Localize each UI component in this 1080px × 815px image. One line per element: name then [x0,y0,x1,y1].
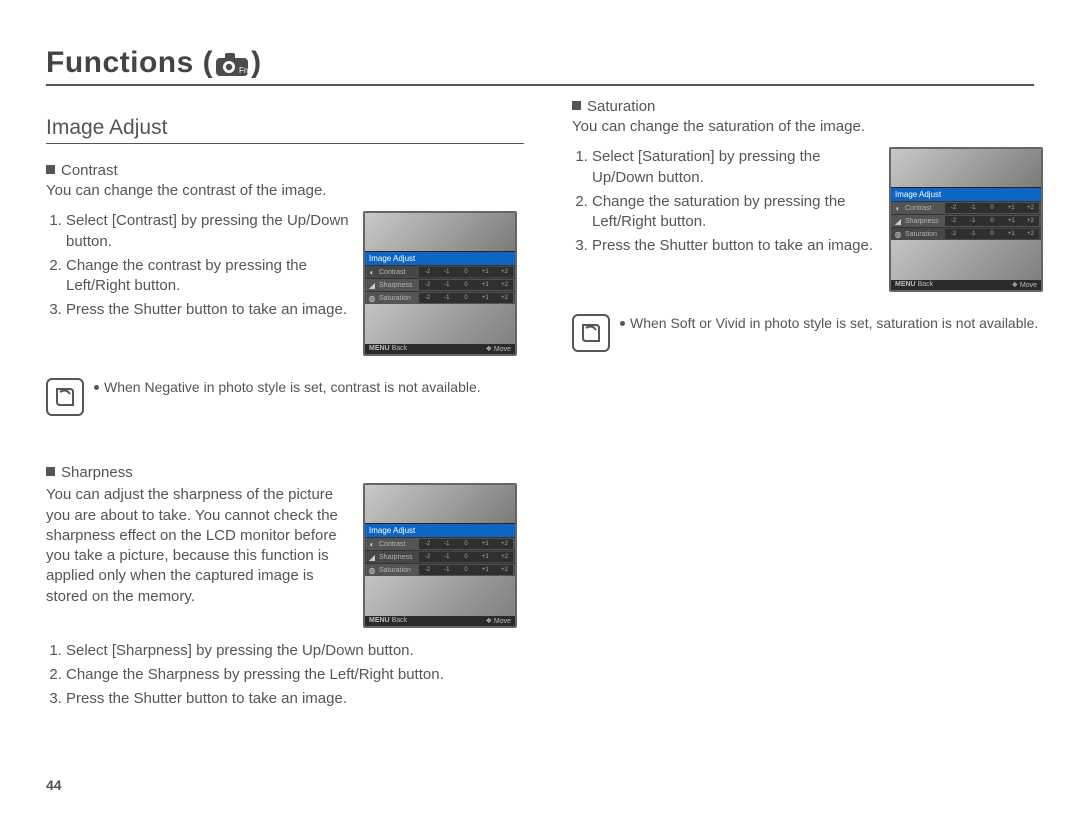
list-item: Press the Shutter button to take an imag… [66,688,544,710]
camera-fn-icon: Fn [215,52,249,78]
lcd-preview-saturation: Image Adjust ◐Contrast-2-10+1+2 ◢Sharpne… [889,147,1043,292]
saturation-desc: You can change the saturation of the ima… [572,117,1043,137]
bullet-icon [94,385,99,390]
sharpness-block: Sharpness You can adjust the sharpness o… [46,464,524,709]
note-icon [572,314,610,352]
saturation-note-text: When Soft or Vivid in photo style is set… [630,315,1038,331]
page-title-prefix: Functions ( [46,46,213,84]
square-bullet-icon [46,467,55,476]
note-icon [46,378,84,416]
page-number: 44 [46,777,62,793]
square-bullet-icon [572,101,581,110]
list-item: Select [Contrast] by pressing the Up/Dow… [66,211,351,252]
lcd-menu-title: Image Adjust [365,252,515,265]
lcd-menu-title: Image Adjust [365,524,515,537]
list-item: Change the contrast by pressing the Left… [66,256,351,297]
saturation-steps: Select [Saturation] by pressing the Up/D… [572,147,877,256]
list-item: Select [Sharpness] by pressing the Up/Do… [66,640,544,662]
contrast-block: Contrast You can change the contrast of … [46,162,524,416]
list-item: Change the Sharpness by pressing the Lef… [66,664,544,686]
section-subheading: Image Adjust [46,98,524,144]
right-column: Saturation You can change the saturation… [572,98,1043,725]
left-column: Image Adjust Contrast You can change the… [46,98,524,725]
page-title-suffix: ) [251,46,262,84]
page-title-row: Functions ( Fn ) [46,46,1034,86]
lcd-menu-title: Image Adjust [891,188,1041,201]
list-item: Press the Shutter button to take an imag… [592,236,877,256]
lcd-preview-contrast: Image Adjust ◐Contrast-2-10+1+2 ◢Sharpne… [363,211,517,356]
square-bullet-icon [46,165,55,174]
list-item: Change the saturation by pressing the Le… [592,192,877,233]
contrast-note-text: When Negative in photo style is set, con… [104,379,481,395]
saturation-heading: Saturation [587,98,655,115]
contrast-heading: Contrast [61,162,118,179]
contrast-desc: You can change the contrast of the image… [46,181,524,201]
list-item: Select [Saturation] by pressing the Up/D… [592,147,877,188]
sharpness-desc: You can adjust the sharpness of the pict… [46,485,351,607]
list-item: Press the Shutter button to take an imag… [66,300,351,320]
contrast-steps: Select [Contrast] by pressing the Up/Dow… [46,211,351,320]
sharpness-steps: Select [Sharpness] by pressing the Up/Do… [46,640,544,709]
saturation-note: When Soft or Vivid in photo style is set… [572,314,1043,352]
svg-text:Fn: Fn [239,66,248,75]
contrast-note: When Negative in photo style is set, con… [46,378,524,416]
bullet-icon [620,321,625,326]
sharpness-heading: Sharpness [61,464,133,481]
lcd-preview-sharpness: Image Adjust ◐Contrast-2-10+1+2 ◢Sharpne… [363,483,517,628]
